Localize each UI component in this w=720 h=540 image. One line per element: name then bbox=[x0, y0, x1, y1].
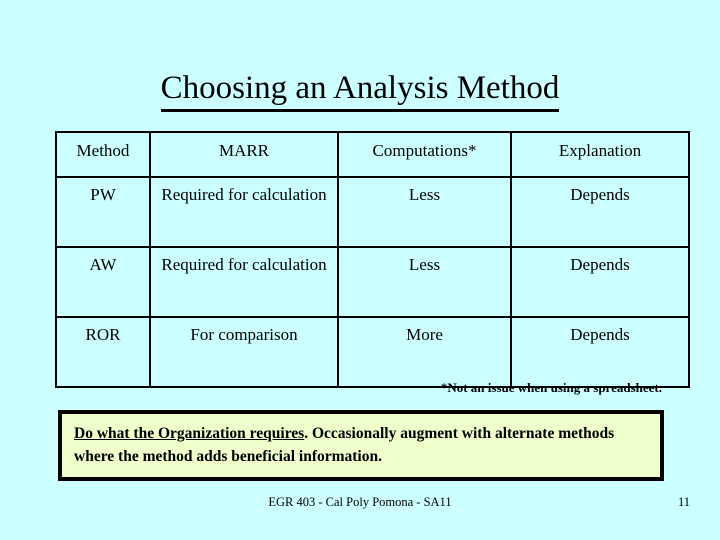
table-row: AW Required for calculation Less Depends bbox=[55, 246, 690, 318]
table-body: PW Required for calculation Less Depends… bbox=[55, 176, 690, 388]
cell-computations: Less bbox=[337, 176, 512, 248]
cell-marr: Required for calculation bbox=[149, 246, 339, 318]
table-header: Method MARR Computations* Explanation bbox=[55, 131, 690, 178]
cell-explanation: Depends bbox=[510, 316, 690, 388]
cell-marr: For comparison bbox=[149, 316, 339, 388]
footer-course-label: EGR 403 - Cal Poly Pomona - SA11 bbox=[268, 495, 452, 509]
analysis-method-table: Method MARR Computations* Explanation PW… bbox=[55, 131, 690, 388]
callout-emphasis-text: Do what the Organization requires bbox=[74, 425, 305, 442]
table-footnote: *Not an issue when using a spreadsheet. bbox=[440, 380, 662, 395]
cell-computations: Less bbox=[337, 246, 512, 318]
table-header-row: Method MARR Computations* Explanation bbox=[55, 131, 690, 178]
column-header-computations: Computations* bbox=[337, 131, 512, 178]
cell-explanation: Depends bbox=[510, 246, 690, 318]
cell-method: PW bbox=[55, 176, 151, 248]
column-header-method: Method bbox=[55, 131, 151, 178]
slide-canvas: Choosing an Analysis Method Method MARR … bbox=[0, 0, 720, 540]
cell-computations: More bbox=[337, 316, 512, 388]
table-row: PW Required for calculation Less Depends bbox=[55, 176, 690, 248]
analysis-method-table-container: Method MARR Computations* Explanation PW… bbox=[55, 131, 690, 388]
cell-method: AW bbox=[55, 246, 151, 318]
table-row: ROR For comparison More Depends bbox=[55, 316, 690, 388]
page-title-text: Choosing an Analysis Method bbox=[160, 68, 560, 112]
cell-method: ROR bbox=[55, 316, 151, 388]
footer-page-number: 11 bbox=[677, 495, 690, 509]
recommendation-callout: Do what the Organization requires. Occas… bbox=[58, 410, 664, 481]
cell-explanation: Depends bbox=[510, 176, 690, 248]
column-header-marr: MARR bbox=[149, 131, 339, 178]
page-title: Choosing an Analysis Method bbox=[0, 68, 720, 112]
cell-marr: Required for calculation bbox=[149, 176, 339, 248]
column-header-explanation: Explanation bbox=[510, 131, 690, 178]
